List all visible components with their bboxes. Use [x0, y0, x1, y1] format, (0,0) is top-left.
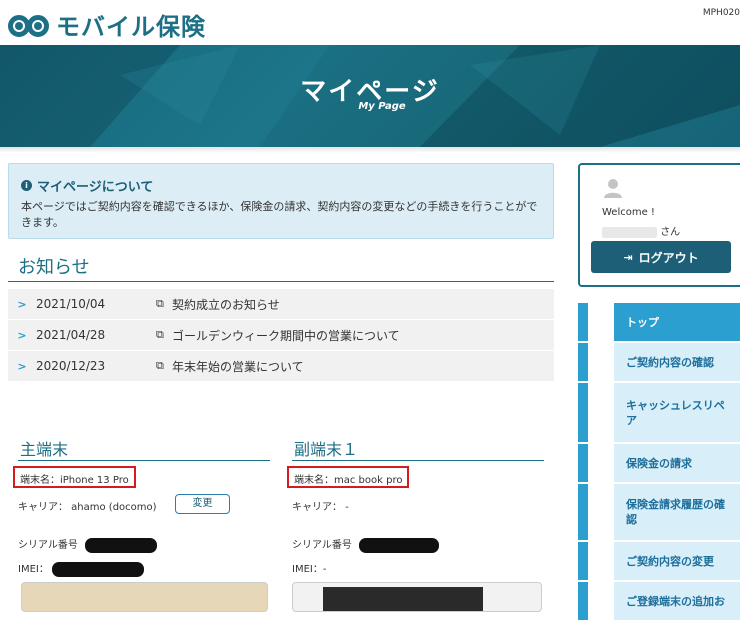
page-code: MPH020: [702, 8, 740, 18]
imei-label: IMEI：: [18, 564, 49, 575]
main-device-heading: 主端末: [20, 440, 69, 459]
redacted-imei: [52, 561, 145, 577]
main-device-name: 端末名：iPhone 13 Pro: [13, 466, 136, 488]
chevron-right-icon: >: [17, 297, 27, 311]
chevron-right-icon: >: [17, 359, 27, 373]
nav-label: ご契約内容の確認: [626, 355, 714, 369]
main-device-imei: IMEI：: [18, 560, 145, 577]
news-item[interactable]: > 2021/10/04 ⧉ 契約成立のお知らせ: [8, 289, 554, 320]
sub-device-imei: IMEI：-: [292, 564, 327, 575]
main-device-photo: [21, 582, 268, 612]
info-body: 本ページではご契約内容を確認できるほか、保険金の請求、契約内容の変更などの手続き…: [21, 200, 538, 229]
nav-item-claim-history[interactable]: 保険金請求履歴の確認: [578, 484, 740, 540]
external-link-icon: ⧉: [156, 359, 164, 372]
nav-label: 保険金請求履歴の確認: [626, 498, 725, 526]
main-device-divider: [18, 460, 270, 461]
info-title-text: マイページについて: [37, 180, 154, 195]
info-icon: i: [21, 180, 32, 191]
sub-device-carrier: キャリア： -: [292, 502, 349, 513]
external-link-icon: ⧉: [156, 297, 164, 310]
sub-device-photo: [292, 582, 542, 612]
mypage-info-box: i マイページについて 本ページではご契約内容を確認できるほか、保険金の請求、契…: [8, 163, 554, 239]
nav-label: ご契約内容の変更: [626, 554, 714, 568]
news-date: 2021/10/04: [36, 297, 106, 311]
sub-device-serial: シリアル番号: [292, 536, 440, 553]
news-heading: お知らせ: [18, 257, 90, 278]
news-date: 2020/12/23: [36, 359, 106, 373]
nav-item-cashless-repair[interactable]: キャッシュレスリペア: [578, 383, 740, 442]
news-list: > 2021/10/04 ⧉ 契約成立のお知らせ > 2021/04/28 ⧉ …: [8, 289, 554, 382]
nav-item-add-device[interactable]: ご登録端末の追加お: [578, 582, 740, 620]
avatar-icon: [604, 179, 622, 198]
external-link-icon: ⧉: [156, 328, 164, 341]
serial-label: シリアル番号: [292, 540, 352, 551]
welcome-text: Welcome !: [602, 207, 655, 218]
nav-label: トップ: [626, 315, 659, 329]
nav-item-top[interactable]: トップ: [578, 303, 740, 341]
main-device-serial: シリアル番号: [18, 536, 158, 553]
logo-text: モバイル保険: [56, 13, 206, 41]
news-title[interactable]: 年末年始の営業について: [172, 358, 304, 375]
sub-device-name: 端末名：mac book pro: [287, 466, 410, 488]
news-divider: [8, 281, 554, 282]
news-item[interactable]: > 2020/12/23 ⧉ 年末年始の営業について: [8, 351, 554, 382]
chevron-right-icon: >: [17, 328, 27, 342]
news-title[interactable]: 契約成立のお知らせ: [172, 296, 280, 313]
page-subtitle: My Page: [358, 101, 406, 112]
nav-item-contract[interactable]: ご契約内容の確認: [578, 343, 740, 381]
main-device-carrier: キャリア： ahamo (docomo): [18, 502, 157, 513]
nav-label: キャッシュレスリペア: [626, 398, 725, 427]
nav-label: 保険金の請求: [626, 456, 692, 470]
logout-icon: ⇥: [623, 250, 633, 264]
logo-mark-icon: [8, 12, 50, 38]
news-date: 2021/04/28: [36, 328, 106, 342]
logout-button[interactable]: ⇥ ログアウト: [591, 241, 731, 273]
nav-item-claim[interactable]: 保険金の請求: [578, 444, 740, 482]
side-navigation: トップ ご契約内容の確認 キャッシュレスリペア 保険金の請求 保険金請求履歴の確…: [578, 303, 740, 622]
site-logo[interactable]: モバイル保険: [8, 7, 206, 42]
redacted-serial: [85, 537, 158, 553]
site-header: モバイル保険 MPH020: [0, 0, 740, 45]
blurred-username: [602, 226, 657, 238]
nav-label: ご登録端末の追加お: [626, 594, 725, 608]
banner-shadow: [0, 147, 740, 153]
page-banner: マイページ My Page: [0, 45, 740, 147]
nav-item-contract-change[interactable]: ご契約内容の変更: [578, 542, 740, 580]
redacted-serial: [359, 537, 440, 553]
serial-label: シリアル番号: [18, 540, 78, 551]
sub-device-heading: 副端末１: [294, 440, 359, 459]
main-device-section: 主端末 端末名：iPhone 13 Pro キャリア： ahamo (docom…: [13, 436, 270, 612]
news-item[interactable]: > 2021/04/28 ⧉ ゴールデンウィーク期間中の営業について: [8, 320, 554, 351]
info-title: i マイページについて: [21, 176, 541, 195]
news-title[interactable]: ゴールデンウィーク期間中の営業について: [172, 327, 400, 344]
sub-device-section: 副端末１ 端末名：mac book pro キャリア： - シリアル番号 IME…: [287, 436, 544, 612]
user-name: さん: [602, 223, 680, 238]
change-carrier-button[interactable]: 変更: [175, 494, 230, 514]
name-suffix: さん: [660, 227, 681, 238]
user-panel: Welcome ! さん ⇥ ログアウト: [578, 163, 740, 287]
sub-device-divider: [292, 460, 544, 461]
logout-label: ログアウト: [638, 250, 699, 265]
